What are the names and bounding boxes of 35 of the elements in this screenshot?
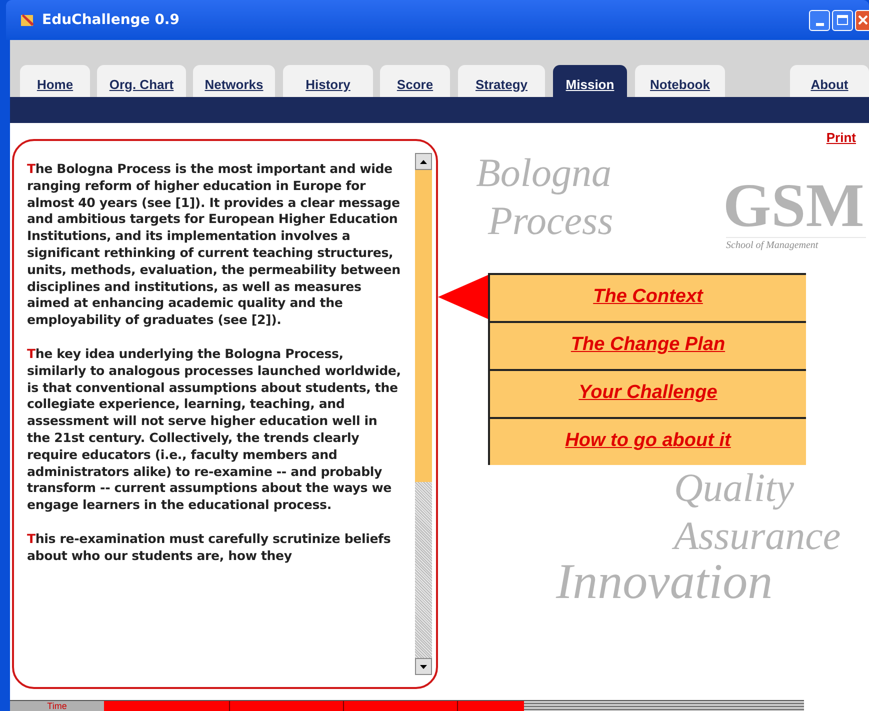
minimize-icon (816, 22, 824, 26)
background-logo-subtitle: School of Management (726, 237, 866, 253)
maximize-icon (837, 15, 848, 25)
scroll-up-button[interactable] (415, 153, 432, 170)
down-arrow-icon (420, 664, 427, 668)
tab[interactable]: History (283, 65, 373, 97)
tab[interactable]: Home (20, 65, 90, 97)
background-word: Quality (674, 468, 794, 508)
background-word: Innovation (556, 556, 773, 606)
scroll-thumb[interactable] (415, 170, 432, 482)
maximize-button[interactable] (832, 10, 853, 30)
background-logo-text: GSM (723, 175, 864, 237)
minimize-button[interactable] (809, 10, 830, 30)
background-word: Assurance (674, 516, 841, 556)
background-word: Process (488, 201, 614, 241)
tab[interactable]: Org. Chart (97, 65, 186, 97)
paragraph: The key idea underlying the Bologna Process, similarly to analogous processes launched worldwide, is that conventional assumptions about students, the collegiate experience, learning, teaching, and assessment will not serve higher education well in the 21st century. Collectively, the trends clearly require educators (i.e., faculty members and administrators alike) to re-examine -- and probably transform -- current assumptions about the ways we engage learners in the educational process. (27, 346, 401, 514)
tab[interactable]: Strategy (458, 65, 545, 97)
paragraph: This re-examination must carefully scrutinize beliefs about who our students are, how they (27, 530, 392, 565)
tab[interactable]: Notebook (635, 65, 725, 97)
close-icon (858, 15, 868, 25)
scrollbar[interactable] (415, 153, 432, 675)
background-word: Bologna (476, 153, 612, 193)
paragraph: The Bologna Process is the most important and wide ranging reform of higher education in Europe for almost 40 years (see [1]). It provides a clear message and ambitious targets for European Higher Education Institutions, and its implementation involves a significant rethinking of current teaching structures, units, methods, evaluation, the permeability between disciplines and institutions, as well as measures aimed at enhancing academic quality and the employability of graduates (see [2]). (27, 161, 401, 329)
tab[interactable]: About (790, 65, 869, 97)
tab[interactable]: Mission (553, 65, 627, 97)
tab[interactable]: Score (380, 65, 450, 97)
up-arrow-icon (420, 160, 427, 164)
window-title: EduChallenge 0.9 (42, 10, 180, 30)
tab[interactable]: Networks (193, 65, 275, 97)
scroll-down-button[interactable] (415, 658, 432, 675)
print-link[interactable]: Print (826, 128, 856, 148)
close-button[interactable] (855, 10, 869, 30)
time-label: Time (10, 700, 104, 711)
app-icon (20, 12, 36, 28)
